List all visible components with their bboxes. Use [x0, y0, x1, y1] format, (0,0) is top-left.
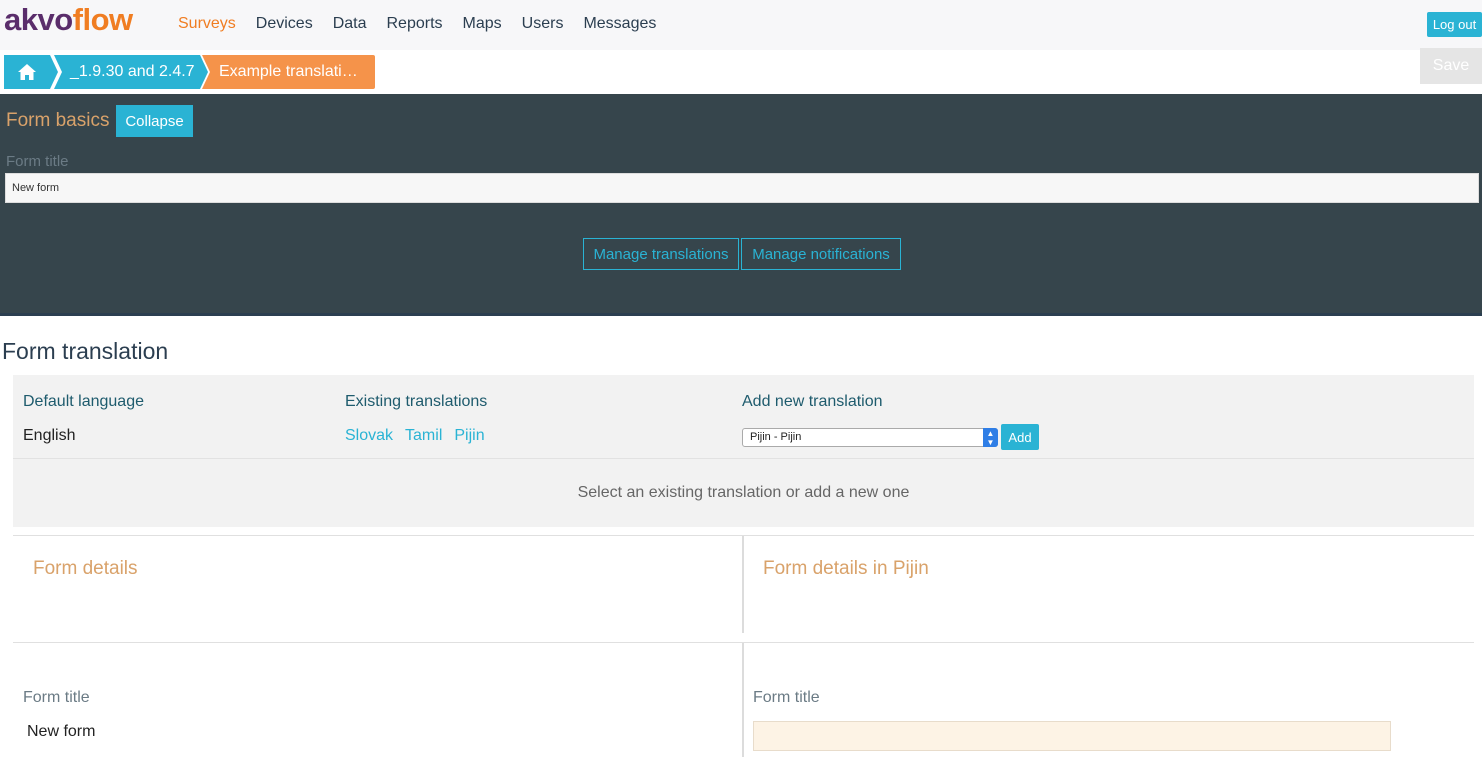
nav-messages[interactable]: Messages	[583, 15, 656, 33]
form-details-title: Form details	[33, 558, 138, 579]
breadcrumb-current-survey[interactable]: Example translati…	[202, 55, 375, 89]
column-divider	[742, 536, 744, 633]
logout-button[interactable]: Log out	[1427, 12, 1482, 37]
translation-link-slovak[interactable]: Slovak	[345, 427, 393, 444]
breadcrumb-home[interactable]	[4, 55, 58, 89]
home-icon	[18, 64, 36, 80]
nav-maps[interactable]: Maps	[463, 15, 502, 33]
form-title-original-value: New form	[27, 723, 96, 740]
breadcrumb-survey-group[interactable]: _1.9.30 and 2.4.7	[54, 55, 208, 89]
logo-flow: flow	[72, 2, 134, 37]
akvo-flow-logo[interactable]: akvoflow	[4, 2, 133, 38]
translation-link-pijin[interactable]: Pijin	[454, 427, 484, 444]
form-basics-title: Form basics	[6, 110, 110, 131]
existing-translations-label: Existing translations	[345, 393, 488, 410]
translation-panel: Default language English Existing transl…	[13, 375, 1474, 527]
form-title-translation-input[interactable]	[753, 721, 1391, 751]
nav-users[interactable]: Users	[522, 15, 564, 33]
add-new-translation-label: Add new translation	[742, 393, 883, 410]
logo-akvo: akvo	[4, 2, 73, 37]
nav-devices[interactable]: Devices	[256, 15, 313, 33]
form-title-input[interactable]: New form	[5, 173, 1479, 203]
form-title-label: Form title	[6, 153, 69, 170]
nav-reports[interactable]: Reports	[387, 15, 443, 33]
form-details-translated-title: Form details in Pijin	[763, 558, 929, 579]
manage-translations-button[interactable]: Manage translations	[583, 238, 739, 270]
language-select-value: Pijin - Pijin	[750, 431, 802, 443]
form-title-translated-label: Form title	[753, 689, 820, 706]
top-navbar: akvoflow Surveys Devices Data Reports Ma…	[0, 0, 1482, 50]
language-select[interactable]: Pijin - Pijin ▲ ▼	[742, 428, 998, 447]
collapse-button[interactable]: Collapse	[116, 105, 193, 137]
translation-link-tamil[interactable]: Tamil	[405, 427, 442, 444]
column-divider	[742, 643, 744, 757]
form-basics-panel: Form basics Collapse Form title New form…	[0, 94, 1482, 316]
form-translation-heading: Form translation	[2, 338, 169, 364]
add-translation-button[interactable]: Add	[1001, 424, 1039, 450]
select-arrows-icon: ▲ ▼	[983, 428, 998, 447]
form-title-label: Form title	[23, 689, 90, 706]
existing-translations-list: Slovak Tamil Pijin	[345, 427, 497, 445]
divider	[13, 458, 1474, 459]
main-nav: Surveys Devices Data Reports Maps Users …	[178, 15, 676, 33]
nav-data[interactable]: Data	[333, 15, 367, 33]
default-language-value: English	[23, 427, 76, 444]
translation-hint: Select an existing translation or add a …	[577, 484, 910, 501]
manage-notifications-button[interactable]: Manage notifications	[741, 238, 901, 270]
save-button[interactable]: Save	[1420, 48, 1482, 84]
default-language-label: Default language	[23, 393, 144, 410]
nav-surveys[interactable]: Surveys	[178, 15, 236, 33]
